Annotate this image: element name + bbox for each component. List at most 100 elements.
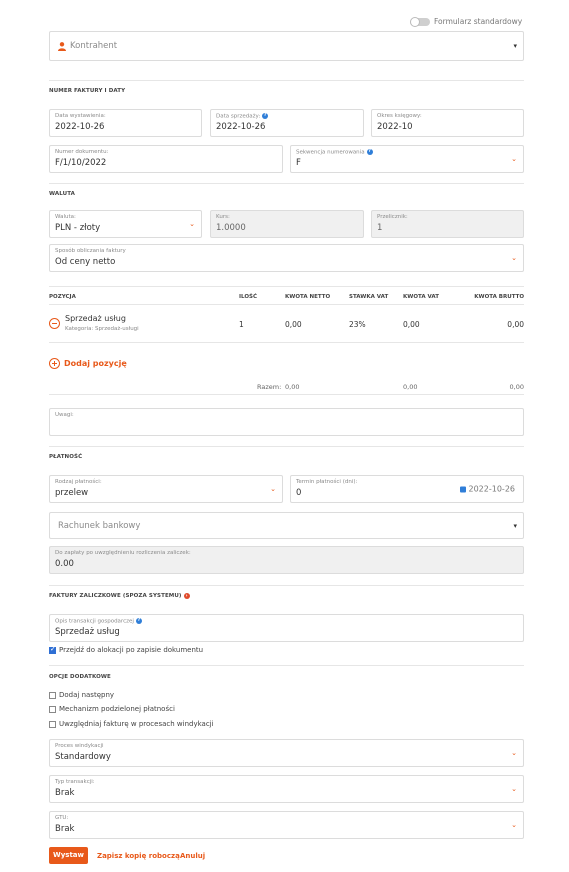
- collection-process-value: Standardowy: [55, 752, 111, 762]
- checkbox[interactable]: [49, 720, 56, 728]
- numbering-sequence-label: Sekwencja numerowania?: [296, 149, 373, 156]
- total-gross: 0,00: [509, 383, 524, 391]
- debt-collection-label: Uwzględniaj fakturę w procesach windykac…: [59, 720, 214, 728]
- chevron-down-icon: ⌄: [511, 155, 517, 163]
- checkbox[interactable]: [49, 705, 56, 713]
- save-draft-button[interactable]: Zapisz kopię roboczą: [97, 852, 180, 860]
- accounting-period-label: Okres księgowy:: [377, 113, 422, 119]
- chevron-down-icon: ⌄: [511, 254, 517, 262]
- col-header-gross: KWOTA BRUTTO: [474, 294, 524, 300]
- multiplier-field: Przelicznik: 1: [371, 210, 524, 238]
- exchange-rate-field: Kurs: 1.0000: [210, 210, 364, 238]
- issue-date-label: Data wystawienia:: [55, 113, 106, 119]
- notes-field[interactable]: Uwagi:: [49, 408, 524, 436]
- transaction-type-value: Brak: [55, 788, 75, 798]
- issue-button[interactable]: Wystaw: [49, 847, 88, 864]
- item-qty: 1: [239, 320, 244, 329]
- payment-term-field[interactable]: Termin płatności (dni): 0 2022-10-26: [290, 475, 524, 503]
- chevron-down-icon: ⌄: [270, 485, 276, 493]
- due-date-display[interactable]: 2022-10-26: [459, 484, 516, 494]
- gtu-label: GTU:: [55, 815, 69, 821]
- section-advance-invoices: FAKTURY ZALICZKOWE (SPOZA SYSTEMU) ›: [49, 593, 190, 599]
- payment-type-select[interactable]: Rodzaj płatności: przelew ⌄: [49, 475, 283, 503]
- info-icon[interactable]: ?: [262, 113, 269, 119]
- toggle-label: Formularz standardowy: [434, 17, 523, 26]
- bank-account-select[interactable]: Rachunek bankowy ▾: [49, 512, 524, 539]
- currency-value: PLN - złoty: [55, 223, 101, 233]
- person-icon: [58, 42, 66, 51]
- payment-term-value: 0: [296, 488, 302, 498]
- toggle-switch[interactable]: [410, 16, 430, 27]
- item-name: Sprzedaż usług: [65, 314, 126, 323]
- item-vat: 0,00: [403, 320, 420, 329]
- chevron-down-icon: ▾: [513, 521, 517, 530]
- contractor-placeholder: Kontrahent: [70, 41, 118, 51]
- notes-label: Uwagi:: [55, 412, 74, 418]
- cancel-button[interactable]: Anuluj: [180, 852, 205, 860]
- currency-select[interactable]: Waluta: PLN - złoty ⌄: [49, 210, 202, 238]
- chevron-down-icon: ⌄: [189, 220, 195, 228]
- payment-type-value: przelew: [55, 488, 89, 498]
- col-header-net: KWOTA NETTO: [285, 294, 331, 300]
- col-header-position: POZYCJA: [49, 294, 76, 300]
- remove-item-icon[interactable]: [49, 318, 60, 329]
- col-header-vat: KWOTA VAT: [403, 294, 439, 300]
- accounting-period-value: 2022-10: [377, 122, 413, 132]
- exchange-rate-value: 1.0000: [216, 223, 246, 233]
- info-icon[interactable]: ?: [366, 149, 373, 155]
- add-item-label: Dodaj pozycję: [64, 359, 127, 368]
- debt-collection-checkbox[interactable]: Uwzględniaj fakturę w procesach windykac…: [49, 720, 214, 728]
- total-vat: 0,00: [403, 383, 418, 391]
- item-vat-rate: 23%: [349, 320, 366, 329]
- checkbox[interactable]: [49, 691, 56, 699]
- arrow-right-circle-icon[interactable]: ›: [183, 593, 190, 599]
- section-invoice-dates: NUMER FAKTURY I DATY: [49, 88, 126, 94]
- sale-date-label: Data sprzedaży:?: [216, 113, 269, 120]
- transaction-description-label: Opis transakcji gospodarczej?: [55, 618, 142, 625]
- gtu-value: Brak: [55, 824, 75, 834]
- payment-type-label: Rodzaj płatności:: [55, 479, 102, 485]
- issue-date-value: 2022-10-26: [55, 122, 105, 132]
- item-category: Kategoria: Sprzedaż-usługi: [65, 326, 139, 332]
- numbering-sequence-select[interactable]: Sekwencja numerowania? F ⌄: [290, 145, 524, 173]
- chevron-down-icon: ⌄: [511, 749, 517, 757]
- transaction-type-select[interactable]: Typ transakcji: Brak ⌄: [49, 775, 524, 803]
- standard-form-toggle[interactable]: Formularz standardowy: [410, 16, 523, 27]
- add-next-checkbox[interactable]: Dodaj następny: [49, 691, 114, 699]
- due-date-value: 2022-10-26: [468, 484, 516, 494]
- add-next-label: Dodaj następny: [59, 691, 115, 699]
- gtu-select[interactable]: GTU: Brak ⌄: [49, 811, 524, 839]
- multiplier-label: Przelicznik:: [377, 214, 408, 220]
- total-net: 0,00: [285, 383, 300, 391]
- transaction-description-field[interactable]: Opis transakcji gospodarczej? Sprzedaż u…: [49, 614, 524, 642]
- multiplier-value: 1: [377, 223, 383, 233]
- payment-term-label: Termin płatności (dni):: [296, 479, 358, 485]
- document-number-value: F/1/10/2022: [55, 158, 107, 168]
- due-amount-label: Do zapłaty po uwzględnieniu rozliczenia …: [55, 550, 191, 556]
- section-payment: PŁATNOŚĆ: [49, 454, 83, 460]
- calculation-method-select[interactable]: Sposób obliczania faktury Od ceny netto …: [49, 244, 524, 272]
- split-payment-checkbox[interactable]: Mechanizm podzielonej płatności: [49, 705, 175, 713]
- checkbox-checked[interactable]: [49, 645, 56, 654]
- sale-date-field[interactable]: Data sprzedaży:? 2022-10-26: [210, 109, 364, 137]
- col-header-vat-rate: STAWKA VAT: [349, 294, 389, 300]
- accounting-period-field[interactable]: Okres księgowy: 2022-10: [371, 109, 524, 137]
- transaction-type-label: Typ transakcji:: [55, 779, 95, 785]
- issue-date-field[interactable]: Data wystawienia: 2022-10-26: [49, 109, 202, 137]
- document-number-label: Numer dokumentu:: [55, 149, 109, 155]
- goto-allocation-label: Przejdź do alokacji po zapisie dokumentu: [59, 646, 204, 654]
- chevron-down-icon: ⌄: [511, 785, 517, 793]
- item-net: 0,00: [285, 320, 302, 329]
- document-number-field[interactable]: Numer dokumentu: F/1/10/2022: [49, 145, 283, 173]
- add-item-button[interactable]: Dodaj pozycję: [49, 358, 127, 369]
- chevron-down-icon: ⌄: [511, 821, 517, 829]
- goto-allocation-checkbox[interactable]: Przejdź do alokacji po zapisie dokumentu: [49, 645, 204, 654]
- section-currency: WALUTA: [49, 191, 76, 197]
- numbering-sequence-value: F: [296, 158, 301, 168]
- collection-process-select[interactable]: Proces windykacji Standardowy ⌄: [49, 739, 524, 767]
- transaction-description-value: Sprzedaż usług: [55, 627, 120, 637]
- info-icon[interactable]: ?: [135, 618, 142, 624]
- due-amount-field: Do zapłaty po uwzględnieniu rozliczenia …: [49, 546, 524, 574]
- split-payment-label: Mechanizm podzielonej płatności: [59, 705, 175, 713]
- contractor-select[interactable]: Kontrahent ▾: [49, 31, 524, 61]
